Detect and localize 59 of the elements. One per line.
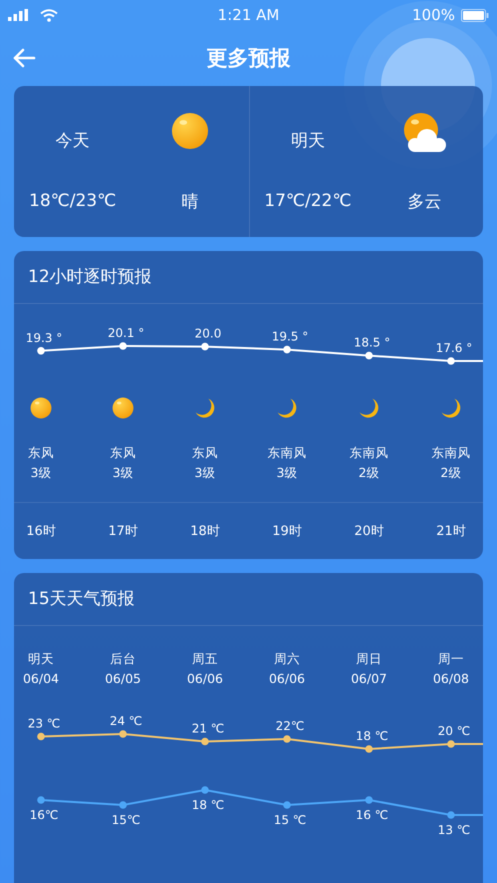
day-name: 周一	[438, 650, 464, 668]
card-title: 12小时逐时预报	[14, 251, 483, 304]
wind-direction: 东风	[110, 444, 136, 462]
day-name: 明天	[28, 650, 54, 668]
page-title: 更多预报	[206, 45, 290, 72]
temperature-range: 18℃/23℃	[29, 191, 116, 211]
hour-label: 20时	[354, 523, 384, 540]
wind-direction: 东风	[28, 444, 54, 462]
wind-direction: 东南风	[268, 444, 306, 462]
temperature-label: 18.5 °	[354, 336, 390, 350]
temperature-label: 18 ℃	[356, 729, 388, 743]
wind-level: 3级	[30, 464, 52, 482]
day-date: 06/06	[186, 670, 224, 686]
temperature-label: 15℃	[112, 813, 140, 827]
weather-condition: 晴	[181, 190, 198, 212]
wind-direction: 东南风	[432, 444, 470, 462]
wind-level: 2级	[358, 464, 380, 482]
temperature-label: 20.0	[194, 326, 222, 341]
temperature-label: 22℃	[276, 719, 304, 733]
wind-level: 3级	[112, 464, 134, 482]
wind-level: 3级	[194, 464, 216, 482]
temperature-label: 13 ℃	[438, 823, 470, 837]
status-time: 1:21 AM	[218, 6, 280, 24]
day-date: 06/05	[104, 670, 142, 686]
day-name: 周日	[356, 650, 382, 668]
wind-level: 2级	[440, 464, 462, 482]
temperature-label: 16℃	[30, 808, 58, 822]
wind-level: 3级	[276, 464, 298, 482]
hour-label: 16时	[26, 523, 56, 540]
temperature-label: 18 ℃	[192, 798, 224, 812]
temperature-label: 23 ℃	[28, 716, 60, 730]
temperature-label: 16 ℃	[356, 808, 388, 822]
day-label: 明天	[290, 130, 325, 152]
day-date: 06/07	[350, 670, 388, 686]
hour-label: 18时	[190, 523, 220, 540]
temperature-label: 19.3 °	[26, 330, 62, 345]
card-title: 15天天气预报	[14, 573, 483, 626]
day-name: 周五	[192, 650, 218, 668]
wind-direction: 东南风	[350, 444, 388, 462]
temperature-label: 24 ℃	[110, 714, 142, 728]
temperature-range: 17℃/22℃	[264, 191, 352, 211]
temperature-label: 20 ℃	[438, 724, 470, 738]
wind-direction: 东风	[192, 444, 218, 462]
day-name: 周六	[274, 650, 300, 668]
day-date: 06/04	[22, 670, 60, 686]
temperature-label: 15 ℃	[274, 813, 306, 827]
temperature-label: 20.1 °	[108, 326, 144, 340]
day-label: 今天	[56, 130, 90, 152]
battery-percent: 100%	[412, 6, 455, 24]
hour-label: 17时	[108, 523, 138, 540]
temperature-label: 21 ℃	[192, 722, 224, 736]
day-name: 后台	[110, 650, 136, 668]
hour-label: 21时	[436, 523, 466, 540]
day-date: 06/06	[268, 670, 306, 686]
temperature-label: 17.6 °	[436, 341, 472, 355]
temperature-label: 19.5 °	[272, 330, 308, 344]
weather-condition: 多云	[408, 190, 442, 212]
day-date: 06/08	[432, 670, 470, 686]
hour-label: 19时	[272, 523, 302, 540]
